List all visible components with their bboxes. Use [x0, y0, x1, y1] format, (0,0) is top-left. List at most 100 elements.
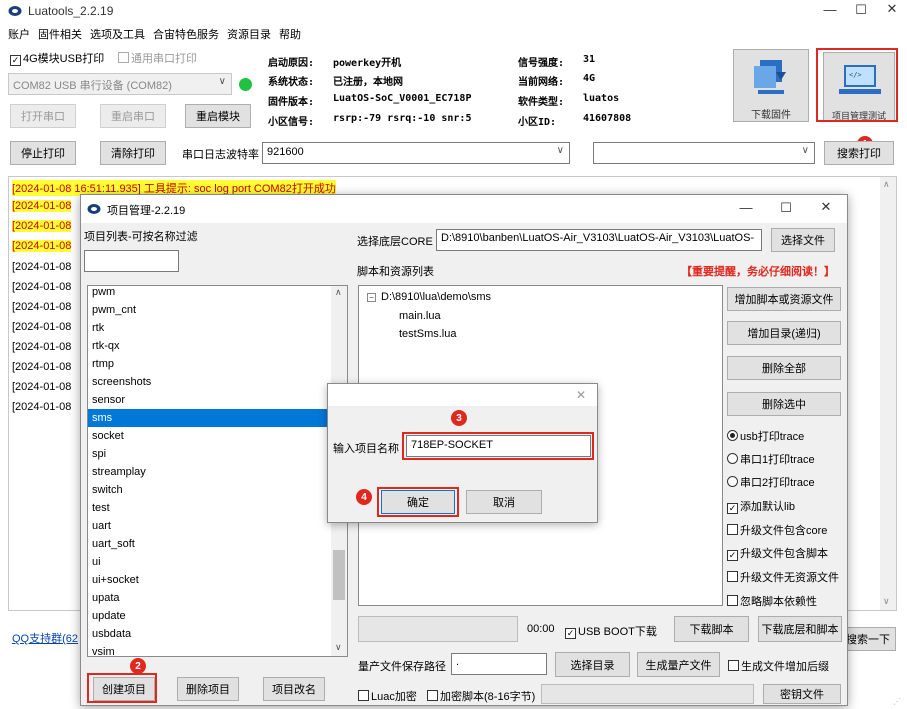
dialog-cancel-button[interactable]: 取消 [466, 490, 542, 514]
project-list-item[interactable]: rtmp [88, 355, 332, 373]
delete-all-button[interactable]: 删除全部 [727, 356, 841, 380]
important-warning[interactable]: 【重要提醒，务必仔细阅读！】 [681, 263, 835, 279]
software-type-value: luatos [583, 93, 620, 104]
add-script-button[interactable]: 增加脚本或资源文件 [727, 287, 841, 311]
project-list-item[interactable]: rtk [88, 319, 332, 337]
restart-port-button[interactable]: 重启串口 [100, 104, 166, 128]
log-line: [2024-01-08 [12, 381, 72, 393]
pm-title-bar: 项目管理-2.2.19 — ☐ ✕ [81, 195, 847, 223]
dialog-close-icon[interactable]: ✕ [576, 388, 586, 402]
encrypt-key-input[interactable] [541, 684, 754, 704]
search-select[interactable]: ∨ [593, 142, 815, 164]
menu-resources[interactable]: 资源目录 [227, 26, 271, 42]
scroll-down-icon: ∨ [335, 642, 342, 652]
close-button[interactable]: ✕ [877, 1, 907, 17]
project-list-item[interactable]: pwm_cnt [88, 301, 332, 319]
project-list-item[interactable]: rtk-qx [88, 337, 332, 355]
project-list-item[interactable]: upata [88, 589, 332, 607]
select-file-button[interactable]: 选择文件 [771, 228, 835, 252]
project-list-item[interactable]: sms [88, 409, 332, 427]
usb-trace-radio[interactable]: usb打印trace [727, 428, 804, 444]
project-list-item[interactable]: update [88, 607, 332, 625]
tree-collapse-icon[interactable]: − [367, 293, 376, 302]
project-list-item[interactable]: pwm [88, 286, 332, 301]
core-path-input[interactable]: D:\8910\banben\LuatOS-Air_V3103\LuatOS-A… [436, 229, 762, 251]
project-list[interactable]: pwm pwm_cnt rtk rtk-qx rtmp screenshots sensor… [87, 285, 348, 657]
download-core-script-button[interactable]: 下载底层和脚本 [758, 616, 842, 642]
project-list-item[interactable]: screenshots [88, 373, 332, 391]
tree-file-item[interactable]: testSms.lua [399, 328, 456, 340]
project-list-item[interactable]: vsim [88, 643, 332, 656]
upgrade-no-resource-checkbox[interactable]: 升级文件无资源文件 [727, 569, 839, 585]
download-firmware-button[interactable]: 下载固件 [733, 49, 809, 122]
upgrade-include-script-checkbox[interactable]: ✓ 升级文件包含脚本 [727, 545, 828, 561]
pm-minimize-button[interactable]: — [731, 200, 761, 215]
title-bar: Luatools_2.2.19 — ☐ ✕ [0, 0, 907, 22]
chevron-down-icon: ∨ [218, 76, 226, 87]
cell-id-value: 41607808 [583, 113, 632, 124]
uart-print-checkbox[interactable]: 通用串口打印 [118, 50, 197, 66]
project-list-item[interactable]: ui [88, 553, 332, 571]
tree-root[interactable]: D:\8910\lua\demo\sms [381, 291, 491, 303]
pm-close-button[interactable]: ✕ [811, 199, 841, 215]
generate-mass-file-button[interactable]: 生成量产文件 [637, 652, 720, 677]
menu-account[interactable]: 账户 [8, 26, 30, 42]
project-list-item[interactable]: socket [88, 427, 332, 445]
project-list-label: 项目列表-可按名称过滤 [84, 231, 198, 243]
select-directory-button[interactable]: 选择目录 [555, 652, 630, 677]
project-list-item[interactable]: uart_soft [88, 535, 332, 553]
pm-maximize-button[interactable]: ☐ [771, 200, 801, 216]
tree-file-item[interactable]: main.lua [399, 310, 441, 322]
maximize-button[interactable]: ☐ [846, 2, 876, 18]
uart1-trace-radio[interactable]: 串口1打印trace [727, 451, 815, 467]
minimize-button[interactable]: — [815, 2, 845, 17]
dialog-title-bar: ✕ [328, 384, 597, 406]
project-list-item[interactable]: sensor [88, 391, 332, 409]
clear-print-button[interactable]: 清除打印 [100, 141, 166, 165]
menu-help[interactable]: 帮助 [279, 26, 301, 42]
scroll-up-icon: ∧ [335, 287, 342, 297]
menu-special-services[interactable]: 合宙特色服务 [153, 26, 219, 42]
key-file-button[interactable]: 密钥文件 [763, 684, 841, 704]
checkbox-checked-icon: ✓ [727, 550, 738, 561]
scroll-thumb[interactable] [333, 550, 345, 600]
stop-print-button[interactable]: 停止打印 [10, 141, 76, 165]
project-list-item[interactable]: streamplay [88, 463, 332, 481]
project-list-item[interactable]: ui+socket [88, 571, 332, 589]
delete-selected-button[interactable]: 删除选中 [727, 392, 841, 416]
menu-options-tools[interactable]: 选项及工具 [90, 26, 145, 42]
search-one-button[interactable]: 搜索一下 [840, 627, 896, 651]
mass-path-input[interactable]: . [451, 653, 547, 675]
project-list-item[interactable]: uart [88, 517, 332, 535]
project-list-item[interactable]: usbdata [88, 625, 332, 643]
ignore-dependency-checkbox[interactable]: 忽略脚本依赖性 [727, 593, 817, 609]
project-list-item[interactable]: switch [88, 481, 332, 499]
port-select[interactable]: COM82 USB 串行设备 (COM82) ∨ [8, 73, 232, 95]
baud-label: 串口日志波特率 [182, 149, 259, 161]
delete-project-button[interactable]: 删除项目 [177, 677, 239, 701]
rename-project-button[interactable]: 项目改名 [263, 677, 325, 701]
restart-module-button[interactable]: 重启模块 [185, 104, 251, 128]
menu-firmware[interactable]: 固件相关 [38, 26, 82, 42]
network-value: 4G [583, 73, 596, 84]
usb-boot-checkbox[interactable]: ✓ USB BOOT下载 [565, 623, 657, 639]
luac-encrypt-checkbox[interactable]: Luac加密 [358, 688, 417, 704]
project-list-item[interactable]: test [88, 499, 332, 517]
project-list-item[interactable]: spi [88, 445, 332, 463]
core-label: 选择底层CORE [357, 236, 433, 248]
radio-icon [727, 476, 738, 487]
add-default-lib-checkbox[interactable]: ✓ 添加默认lib [727, 498, 795, 514]
usb-print-checkbox[interactable]: ✓ 4G模块USB打印 [10, 50, 104, 66]
qq-support-link[interactable]: QQ支持群(62 [12, 630, 78, 646]
search-print-button[interactable]: 搜索打印 [824, 141, 894, 165]
open-port-button[interactable]: 打开串口 [10, 104, 76, 128]
upgrade-include-core-checkbox[interactable]: 升级文件包含core [727, 522, 827, 538]
baud-select[interactable]: 921600 ∨ [262, 142, 570, 164]
uart2-trace-radio[interactable]: 串口2打印trace [727, 474, 815, 490]
add-directory-button[interactable]: 增加目录(递归) [727, 321, 841, 345]
encrypt-script-checkbox[interactable]: 加密脚本(8-16字节) [427, 688, 535, 704]
project-filter-input[interactable] [84, 250, 179, 272]
log-scrollbar[interactable]: ∧ ∨ [880, 177, 896, 610]
add-suffix-checkbox[interactable]: 生成文件增加后缀 [728, 658, 829, 674]
download-script-button[interactable]: 下载脚本 [674, 616, 749, 642]
